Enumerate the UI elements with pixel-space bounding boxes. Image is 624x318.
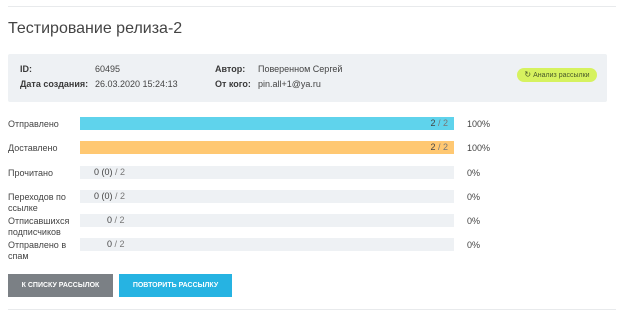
created-label: Дата создания: bbox=[20, 79, 89, 89]
stat-count-delivered: 2 / 2 bbox=[430, 142, 448, 152]
refresh-icon: ↻ bbox=[524, 70, 532, 79]
stat-bar-delivered: 2 / 2 bbox=[80, 141, 454, 154]
id-value: 60495 bbox=[95, 64, 121, 74]
stat-percent-delivered: 100% bbox=[467, 143, 491, 153]
from-value: pin.all+1@ya.ru bbox=[258, 79, 321, 89]
top-divider bbox=[8, 6, 616, 7]
stat-bar-sent: 2 / 2 bbox=[80, 117, 454, 130]
stat-bar-unsubscribed: 0 / 2 bbox=[80, 214, 454, 227]
page-title: Тестирование релиза-2 bbox=[8, 20, 183, 37]
author-label: Автор: bbox=[215, 64, 246, 74]
bottom-divider bbox=[8, 309, 616, 310]
stat-label-delivered: Доставлено bbox=[8, 143, 58, 153]
stat-label-read: Прочитано bbox=[8, 168, 53, 178]
stat-count-clicks: 0 (0) / 2 bbox=[94, 191, 126, 201]
stat-percent-unsubscribed: 0% bbox=[467, 216, 481, 226]
stat-bar-read: 0 (0) / 2 bbox=[80, 166, 454, 179]
id-label: ID: bbox=[20, 64, 32, 74]
analysis-button-label: Анализ рассылки bbox=[533, 71, 590, 79]
stat-label-clicks: Переходов по ссылке bbox=[8, 192, 66, 213]
stat-fill-delivered bbox=[80, 141, 454, 154]
from-label: От кого: bbox=[215, 79, 251, 89]
stat-fill-sent bbox=[80, 117, 454, 130]
stat-bar-clicks: 0 (0) / 2 bbox=[80, 190, 454, 203]
stat-label-sent: Отправлено bbox=[8, 119, 59, 129]
back-to-list-button[interactable]: К СПИСКУ РАССЫЛОК bbox=[8, 274, 113, 297]
stat-count-spam: 0 / 2 bbox=[107, 239, 125, 249]
stat-percent-spam: 0% bbox=[467, 240, 481, 250]
author-value: Поверенном Сергей bbox=[258, 64, 343, 74]
stat-percent-read: 0% bbox=[467, 168, 481, 178]
analysis-button[interactable]: ↻ Анализ рассылки bbox=[517, 68, 597, 82]
stat-count-read: 0 (0) / 2 bbox=[94, 167, 126, 177]
stat-percent-clicks: 0% bbox=[467, 192, 481, 202]
stat-count-sent: 2 / 2 bbox=[430, 118, 448, 128]
repeat-campaign-button[interactable]: ПОВТОРИТЬ РАССЫЛКУ bbox=[119, 274, 232, 297]
stat-label-unsubscribed: Отписавшихся подписчиков bbox=[8, 216, 70, 237]
stat-count-unsubscribed: 0 / 2 bbox=[107, 215, 125, 225]
stat-percent-sent: 100% bbox=[467, 119, 491, 129]
stat-bar-spam: 0 / 2 bbox=[80, 238, 454, 251]
created-value: 26.03.2020 15:24:13 bbox=[95, 79, 178, 89]
stat-label-spam: Отправлено в спам bbox=[8, 240, 67, 261]
